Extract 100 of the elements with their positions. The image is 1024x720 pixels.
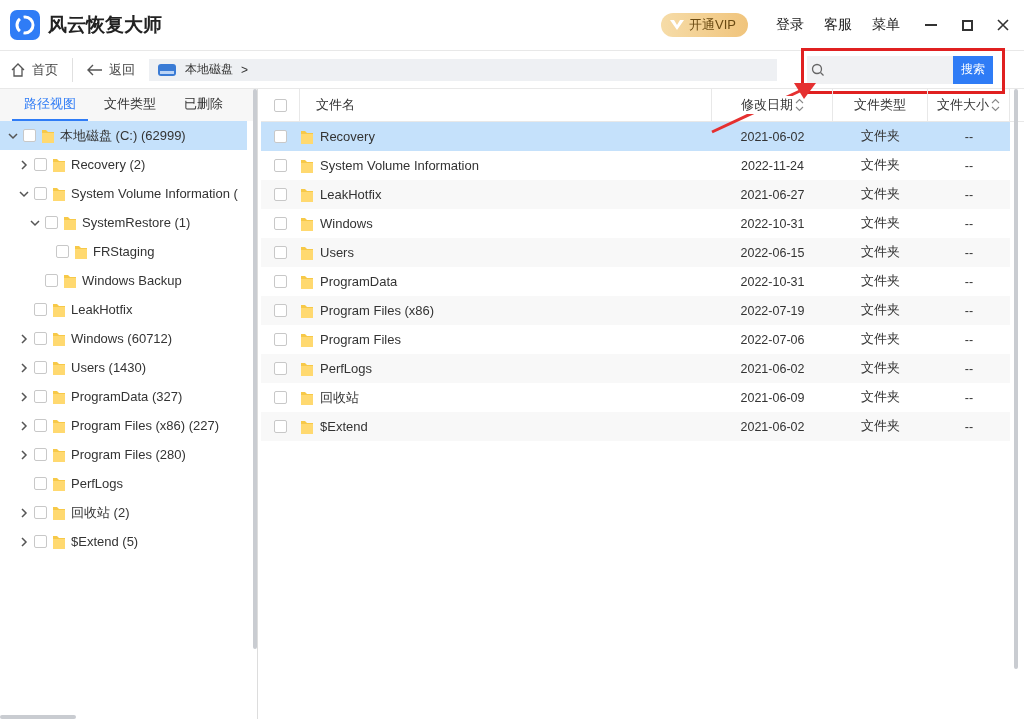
view-tab[interactable]: 文件类型 [92,89,168,121]
checkbox[interactable] [274,275,287,288]
checkbox[interactable] [34,187,47,200]
table-row[interactable]: Recovery 2021-06-02 文件夹 -- [261,122,1010,151]
size-cell-text: -- [963,361,975,376]
folder-icon [300,360,314,377]
back-button[interactable]: 返回 [77,56,145,83]
checkbox[interactable] [274,333,287,346]
tree-item[interactable]: Program Files (x86) (227) [0,411,247,440]
table-row[interactable]: 回收站 2021-06-09 文件夹 -- [261,383,1010,412]
scrollbar[interactable] [253,89,257,649]
tree-item[interactable]: PerfLogs [0,469,247,498]
tree-item[interactable]: System Volume Information ( [0,179,247,208]
checkbox[interactable] [273,98,287,112]
table-row[interactable]: $Extend 2021-06-02 文件夹 -- [261,412,1010,441]
table-row[interactable]: Users 2022-06-15 文件夹 -- [261,238,1010,267]
file-name: System Volume Information [320,158,479,173]
checkbox[interactable] [274,362,287,375]
tree-item[interactable]: $Extend (5) [0,527,247,556]
tree-item[interactable]: Recovery (2) [0,150,247,179]
checkbox[interactable] [274,188,287,201]
chevron-icon[interactable] [19,362,29,373]
checkbox[interactable] [34,535,47,548]
folder-icon [300,128,314,145]
tree-item[interactable]: Windows Backup [0,266,247,295]
menu-link[interactable]: 客服 [824,16,852,34]
tree-item[interactable]: Program Files (280) [0,440,247,469]
checkbox[interactable] [274,391,287,404]
type-cell-text: 文件夹 [860,186,901,203]
folder-icon [41,127,55,144]
chevron-icon[interactable] [19,536,29,547]
sort-icon[interactable] [794,98,804,112]
chevron-icon[interactable] [19,159,29,170]
chevron-icon[interactable] [30,217,40,228]
menu-link[interactable]: 登录 [776,16,804,34]
vip-button[interactable]: 开通VIP [661,13,748,37]
checkbox[interactable] [274,130,287,143]
checkbox[interactable] [274,217,287,230]
size-cell-text: -- [963,187,975,202]
chevron-icon[interactable] [19,391,29,402]
table-row[interactable]: Windows 2022-10-31 文件夹 -- [261,209,1010,238]
checkbox[interactable] [34,158,47,171]
tree-item[interactable]: Windows (60712) [0,324,247,353]
table-row[interactable]: Program Files 2022-07-06 文件夹 -- [261,325,1010,354]
size-cell-text: -- [963,274,975,289]
tree-item[interactable]: SystemRestore (1) [0,208,247,237]
tree-item[interactable]: Users (1430) [0,353,247,382]
chevron-icon[interactable] [8,130,18,141]
search-field[interactable] [807,55,953,84]
file-name: ProgramData [320,274,398,289]
chevron-icon[interactable] [19,333,29,344]
home-button[interactable]: 首页 [0,56,68,83]
menu-link[interactable]: 菜单 [872,16,900,34]
home-icon [10,61,26,78]
checkbox[interactable] [56,245,69,258]
chevron-icon[interactable] [19,420,29,431]
chevron-icon[interactable] [19,507,29,518]
tree-item[interactable]: 本地磁盘 (C:) (62999) [0,121,247,150]
checkbox[interactable] [23,129,36,142]
checkbox[interactable] [34,332,47,345]
column-header[interactable]: 文件类型 [833,89,928,121]
tree-item[interactable]: ProgramData (327) [0,382,247,411]
scrollbar[interactable] [1014,89,1018,669]
app-logo-icon [10,10,40,40]
column-header[interactable]: 文件大小 [928,89,1010,121]
view-tab[interactable]: 已删除 [172,89,235,121]
checkbox[interactable] [34,506,47,519]
chevron-icon[interactable] [19,188,29,199]
table-row[interactable]: PerfLogs 2021-06-02 文件夹 -- [261,354,1010,383]
scrollbar[interactable] [0,715,76,719]
date-cell-text: 2021-06-09 [739,390,806,405]
checkbox[interactable] [45,274,58,287]
tree-item[interactable]: 回收站 (2) [0,498,247,527]
tree-item[interactable]: LeakHotfix [0,295,247,324]
checkbox[interactable] [34,390,47,403]
folder-icon [52,301,66,318]
checkbox[interactable] [34,477,47,490]
checkbox[interactable] [34,448,47,461]
type-cell-text: 文件夹 [860,157,901,174]
search-button[interactable]: 搜索 [953,55,993,84]
file-name: $Extend [320,419,368,434]
back-arrow-icon [87,63,103,76]
table-row[interactable]: ProgramData 2022-10-31 文件夹 -- [261,267,1010,296]
column-header[interactable]: 文件名 [300,89,712,121]
checkbox[interactable] [274,304,287,317]
path-text[interactable]: 本地磁盘 [185,61,233,78]
checkbox[interactable] [45,216,58,229]
checkbox[interactable] [274,159,287,172]
file-name: LeakHotfix [320,187,382,202]
table-row[interactable]: LeakHotfix 2021-06-27 文件夹 -- [261,180,1010,209]
tree-item[interactable]: FRStaging [0,237,247,266]
chevron-icon[interactable] [19,449,29,460]
sort-icon[interactable] [991,98,1000,112]
checkbox[interactable] [274,246,287,259]
checkbox[interactable] [274,420,287,433]
table-row[interactable]: Program Files (x86) 2022-07-19 文件夹 -- [261,296,1010,325]
checkbox[interactable] [34,419,47,432]
checkbox[interactable] [34,361,47,374]
checkbox[interactable] [34,303,47,316]
table-row[interactable]: System Volume Information 2022-11-24 文件夹 -- [261,151,1010,180]
